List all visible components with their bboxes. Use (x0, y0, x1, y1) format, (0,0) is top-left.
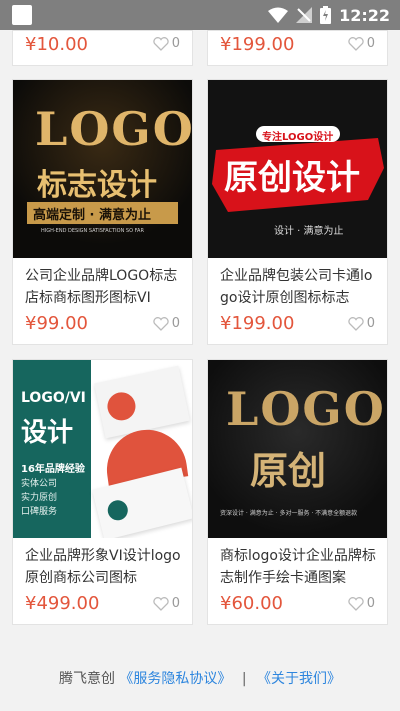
product-image[interactable]: LOGO 标志设计 高端定制 · 满意为止 HIGH-END DESIGN SA… (13, 80, 192, 258)
wifi-icon (268, 7, 289, 23)
image-text: 资深设计 · 满意为止 · 多对一服务 · 不满意全额退款 (220, 510, 358, 517)
product-card[interactable]: LOGO/VI 设计 16年品牌经验 实体公司 实力原创 口碑服务 企业品牌形象… (12, 359, 193, 625)
heart-icon (153, 316, 169, 331)
privacy-link[interactable]: 《服务隐私协议》 (119, 671, 231, 687)
product-price: ¥199.00 (220, 313, 295, 334)
image-text: 设计 · 满意为止 (274, 226, 344, 237)
image-text: 设计 (21, 418, 74, 448)
like-button[interactable]: 0 (153, 316, 180, 331)
like-button[interactable]: 0 (348, 596, 375, 611)
heart-icon (348, 36, 364, 51)
product-title: 公司企业品牌LOGO标志店标商标图形图标VI (25, 268, 178, 306)
like-button[interactable]: 0 (153, 36, 180, 51)
product-card[interactable]: ¥199.00 0 (207, 30, 388, 66)
image-text: 口碑服务 (21, 507, 58, 517)
image-text: 原创 (250, 448, 327, 493)
product-title: 商标logo设计企业品牌标志制作手绘卡通图案 (220, 548, 376, 586)
image-text: 16年品牌经验 (21, 464, 85, 475)
image-text: 高端定制 · 满意为止 (33, 208, 151, 223)
like-button[interactable]: 0 (348, 316, 375, 331)
notification-icon (12, 5, 32, 25)
product-title: 企业品牌包装公司卡通logo设计原创图标标志 (220, 268, 373, 306)
heart-icon (348, 316, 364, 331)
product-image[interactable]: LOGO 原创 资深设计 · 满意为止 · 多对一服务 · 不满意全额退款 (208, 360, 387, 538)
product-card[interactable]: 专注LOGO设计 原创设计 设计 · 满意为止 企业品牌包装公司卡通logo设计… (207, 79, 388, 345)
product-price: ¥60.00 (220, 593, 283, 614)
footer: 腾飞意创 《服务隐私协议》 | 《关于我们》 (0, 668, 400, 688)
status-bar: 12:22 (0, 0, 400, 30)
image-text: LOGO/VI (21, 390, 86, 406)
image-text: 原创设计 (224, 158, 360, 198)
product-feed[interactable]: ¥10.00 0 ¥199.00 0 LOGO 标志设计 高端定制 · 满意为止… (0, 30, 400, 711)
like-count: 0 (171, 596, 180, 611)
image-text: HIGH-END DESIGN SATISFACTION SO FAR (41, 228, 144, 234)
heart-icon (153, 596, 169, 611)
like-button[interactable]: 0 (153, 596, 180, 611)
image-text: 实力原创 (21, 493, 58, 503)
image-text: LOGO (226, 382, 386, 436)
like-count: 0 (366, 596, 375, 611)
clock: 12:22 (339, 5, 390, 25)
product-image[interactable]: LOGO/VI 设计 16年品牌经验 实体公司 实力原创 口碑服务 (13, 360, 192, 538)
product-title: 企业品牌形象VI设计logo原创商标公司图标 (25, 548, 181, 586)
image-text: 实体公司 (21, 479, 58, 489)
heart-icon (348, 596, 364, 611)
product-price: ¥99.00 (25, 313, 88, 334)
heart-icon (153, 36, 169, 51)
company-name: 腾飞意创 (58, 671, 115, 687)
image-text: 专注LOGO设计 (262, 132, 334, 143)
no-signal-icon (296, 7, 313, 23)
product-price: ¥10.00 (25, 34, 88, 55)
image-text: LOGO (35, 102, 192, 156)
product-price: ¥499.00 (25, 593, 100, 614)
like-button[interactable]: 0 (348, 36, 375, 51)
like-count: 0 (366, 36, 375, 51)
product-card[interactable]: LOGO 原创 资深设计 · 满意为止 · 多对一服务 · 不满意全额退款 商标… (207, 359, 388, 625)
like-count: 0 (366, 316, 375, 331)
image-text: 标志设计 (37, 168, 157, 203)
product-card[interactable]: LOGO 标志设计 高端定制 · 满意为止 HIGH-END DESIGN SA… (12, 79, 193, 345)
about-link[interactable]: 《关于我们》 (257, 671, 341, 687)
product-image[interactable]: 专注LOGO设计 原创设计 设计 · 满意为止 (208, 80, 387, 258)
like-count: 0 (171, 316, 180, 331)
footer-separator: | (241, 671, 247, 687)
battery-icon (320, 6, 332, 24)
product-price: ¥199.00 (220, 34, 295, 55)
product-card[interactable]: ¥10.00 0 (12, 30, 193, 66)
like-count: 0 (171, 36, 180, 51)
